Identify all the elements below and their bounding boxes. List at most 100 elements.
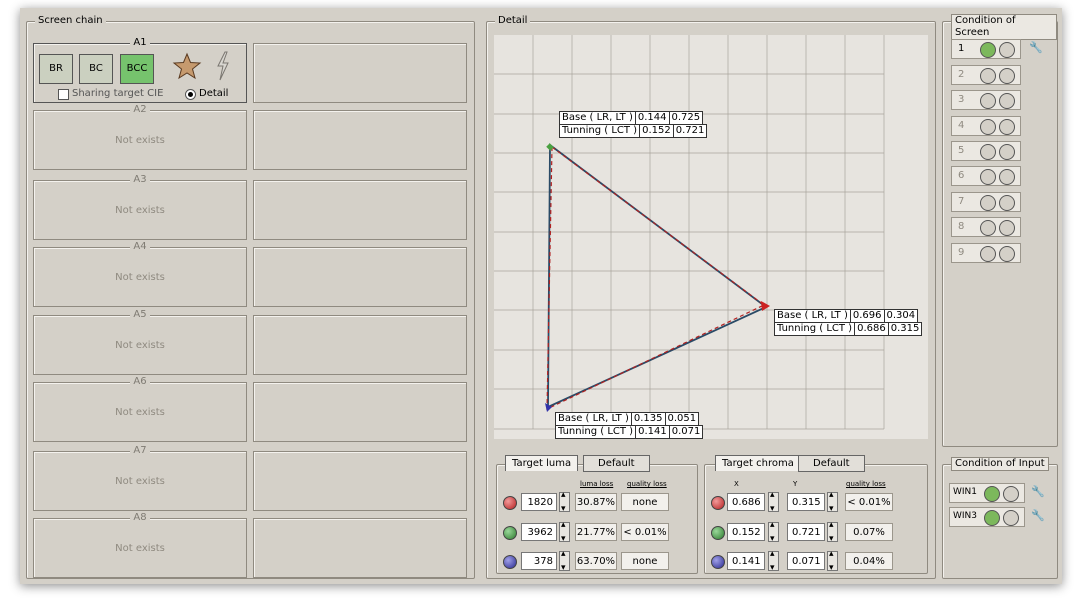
blue-chroma-dot <box>711 555 725 569</box>
blue-point-label: Base ( LR, LT ) 0.135 0.051 Tunning ( LCT … <box>555 412 704 439</box>
condition-of-input-group: Condition of Input WIN1 🔧 WIN3 🔧 <box>942 457 1058 579</box>
red-base-y: 0.304 <box>883 309 919 323</box>
screen-condition-row-7[interactable]: 7 <box>951 192 1021 212</box>
mode-bcc-button[interactable]: BCC <box>120 54 154 84</box>
status-on-indicator <box>980 220 996 236</box>
blue-luma-input[interactable]: 378 <box>521 552 557 570</box>
luma-quality-loss-header: quality loss <box>627 480 667 488</box>
green-base-y: 0.725 <box>668 111 704 125</box>
slot-a4-title: A4 <box>130 241 150 252</box>
wrench-icon[interactable]: 🔧 <box>1031 509 1045 522</box>
green-chroma-x-input[interactable]: 0.152 <box>727 523 765 541</box>
wrench-icon[interactable]: 🔧 <box>1029 41 1043 54</box>
luma-default-button[interactable]: Default <box>583 455 650 472</box>
red-chroma-y-spinner[interactable] <box>827 490 838 514</box>
slot-a3[interactable]: A3 Not exists <box>33 174 247 240</box>
luma-loss-header: luma loss <box>580 480 614 488</box>
green-channel-dot <box>503 526 517 540</box>
slot-a1: A1 BR BC BCC Sharing target CIE Detail <box>33 37 247 103</box>
input-condition-win3[interactable]: WIN3 <box>949 507 1025 527</box>
status-on-indicator <box>980 195 996 211</box>
red-primary-marker <box>761 301 770 311</box>
slot-a5[interactable]: A5 Not exists <box>33 309 247 375</box>
status-off-indicator <box>999 144 1015 160</box>
slot-a8[interactable]: A8 Not exists <box>33 512 247 578</box>
slot-a6[interactable]: A6 Not exists <box>33 376 247 442</box>
screen-condition-row-9[interactable]: 9 <box>951 243 1021 263</box>
red-base-label: Base ( LR, LT ) <box>774 309 851 323</box>
wrench-icon[interactable]: 🔧 <box>1031 485 1045 498</box>
chroma-y-header: Y <box>793 480 798 488</box>
screen-condition-row-7-label: 7 <box>958 196 965 207</box>
screen-condition-row-4[interactable]: 4 <box>951 116 1021 136</box>
slot-a4[interactable]: A4 Not exists <box>33 241 247 307</box>
blue-base-y: 0.051 <box>664 412 700 426</box>
sharing-target-checkbox[interactable] <box>58 89 69 100</box>
input-condition-win1[interactable]: WIN1 <box>949 483 1025 503</box>
chroma-default-button[interactable]: Default <box>798 455 865 472</box>
status-off-indicator <box>999 195 1015 211</box>
slot-a3-title: A3 <box>130 174 150 185</box>
green-chroma-x-spinner[interactable] <box>768 520 779 544</box>
blue-tuning-x: 0.141 <box>635 425 670 439</box>
green-chroma-y-spinner[interactable] <box>827 520 838 544</box>
blue-chroma-x-spinner[interactable] <box>768 549 779 573</box>
tab-target-chroma[interactable]: Target chroma <box>715 455 801 471</box>
lightning-icon[interactable] <box>215 51 231 81</box>
blue-channel-dot <box>503 555 517 569</box>
red-luma-spinner[interactable] <box>559 490 570 514</box>
blue-luma-spinner[interactable] <box>559 549 570 573</box>
screen-condition-row-5[interactable]: 5 <box>951 141 1021 161</box>
screen-condition-row-1[interactable]: 1 <box>951 39 1021 59</box>
red-chroma-y-input[interactable]: 0.315 <box>787 493 825 511</box>
slot-a8-right <box>253 518 467 578</box>
red-tuning-x: 0.686 <box>854 322 889 336</box>
screen-condition-row-9-label: 9 <box>958 247 965 258</box>
blue-chroma-y-input[interactable]: 0.071 <box>787 552 825 570</box>
slot-a6-right <box>253 382 467 442</box>
green-chroma-dot <box>711 526 725 540</box>
screen-condition-row-5-label: 5 <box>958 145 965 156</box>
screen-condition-row-4-label: 4 <box>958 120 965 131</box>
blue-base-label: Base ( LR, LT ) <box>555 412 632 426</box>
status-on-indicator <box>980 246 996 262</box>
sharing-target-label: Sharing target CIE <box>72 88 164 99</box>
red-chroma-x-input[interactable]: 0.686 <box>727 493 765 511</box>
tab-target-luma[interactable]: Target luma <box>505 455 579 471</box>
red-chroma-x-spinner[interactable] <box>768 490 779 514</box>
detail-radio[interactable] <box>185 89 196 100</box>
red-luma-loss: 30.87% <box>575 493 617 511</box>
slot-a6-status: Not exists <box>115 407 165 418</box>
green-luma-spinner[interactable] <box>559 520 570 544</box>
green-chroma-y-input[interactable]: 0.721 <box>787 523 825 541</box>
screen-condition-row-3[interactable]: 3 <box>951 90 1021 110</box>
screen-condition-row-8[interactable]: 8 <box>951 217 1021 237</box>
slot-a3-status: Not exists <box>115 205 165 216</box>
status-off-indicator <box>999 93 1015 109</box>
blue-chroma-x-input[interactable]: 0.141 <box>727 552 765 570</box>
slot-a8-title: A8 <box>130 512 150 523</box>
mode-br-button[interactable]: BR <box>39 54 73 84</box>
blue-base-x: 0.135 <box>630 412 666 426</box>
green-luma-input[interactable]: 3962 <box>521 523 557 541</box>
condition-of-screen-title: Condition of Screen <box>951 14 1057 40</box>
screen-condition-row-2[interactable]: 2 <box>951 65 1021 85</box>
red-luma-quality-loss: none <box>621 493 669 511</box>
red-luma-input[interactable]: 1820 <box>521 493 557 511</box>
green-tuning-x: 0.152 <box>639 124 674 138</box>
slot-a7[interactable]: A7 Not exists <box>33 445 247 511</box>
slot-a4-right <box>253 247 467 307</box>
green-chroma-quality-loss: 0.07% <box>845 523 893 541</box>
screen-condition-row-6[interactable]: 6 <box>951 166 1021 186</box>
blue-chroma-y-spinner[interactable] <box>827 549 838 573</box>
green-base-x: 0.144 <box>634 111 670 125</box>
star-icon[interactable] <box>172 52 202 80</box>
status-off-indicator <box>999 42 1015 58</box>
mode-bc-button[interactable]: BC <box>79 54 113 84</box>
slot-a7-right <box>253 451 467 511</box>
slot-a8-status: Not exists <box>115 543 165 554</box>
slot-a2[interactable]: A2 Not exists <box>33 104 247 170</box>
condition-of-screen-group: Condition of Screen 1 🔧 2 3 4 5 6 7 8 9 <box>942 14 1058 447</box>
status-off-indicator <box>999 246 1015 262</box>
slot-a1-title: A1 <box>130 37 150 48</box>
